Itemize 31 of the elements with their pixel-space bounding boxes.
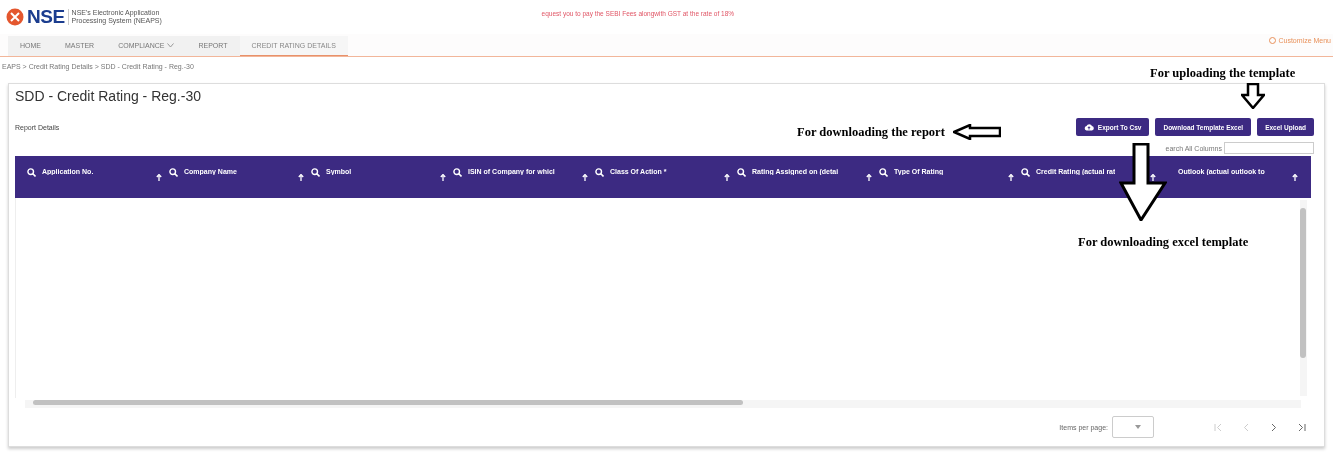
search-icon[interactable] [311,168,320,177]
search-icon[interactable] [595,168,604,177]
search-field[interactable] [1224,142,1314,154]
sort-arrow-icon[interactable] [582,174,588,181]
annotation-text: For uploading the template [1150,66,1296,81]
sort-arrow-icon[interactable] [1008,174,1014,181]
next-page-icon[interactable] [1270,422,1278,432]
sort-arrow-icon[interactable] [440,174,446,181]
sort-arrow-icon[interactable] [866,174,872,181]
sort-arrow-icon[interactable] [1292,174,1298,181]
search-icon[interactable] [27,168,36,177]
logo-text: NSE [27,6,65,28]
sort-arrow-icon[interactable] [156,174,162,181]
last-page-icon[interactable] [1298,422,1306,432]
sort-arrow-icon[interactable] [1150,174,1156,181]
search-icon[interactable] [169,168,178,177]
annotation-text: For downloading excel template [1078,235,1249,250]
vertical-scrollbar[interactable] [1300,200,1307,396]
sort-arrow-icon[interactable] [724,174,730,181]
down-arrow-icon [1119,143,1168,221]
page-title: SDD - Credit Rating - Reg.-30 [15,88,201,104]
logo-icon [6,8,24,26]
sort-arrow-icon[interactable] [298,174,304,181]
search-icon[interactable] [879,168,888,177]
search-icon[interactable] [1021,168,1030,177]
cloud-upload-icon [1083,123,1094,131]
horizontal-scrollbar[interactable] [25,400,1301,408]
left-arrow-icon [952,124,1001,140]
caret-icon [1135,425,1141,429]
search-icon[interactable] [737,168,746,177]
search-icon[interactable] [453,168,462,177]
